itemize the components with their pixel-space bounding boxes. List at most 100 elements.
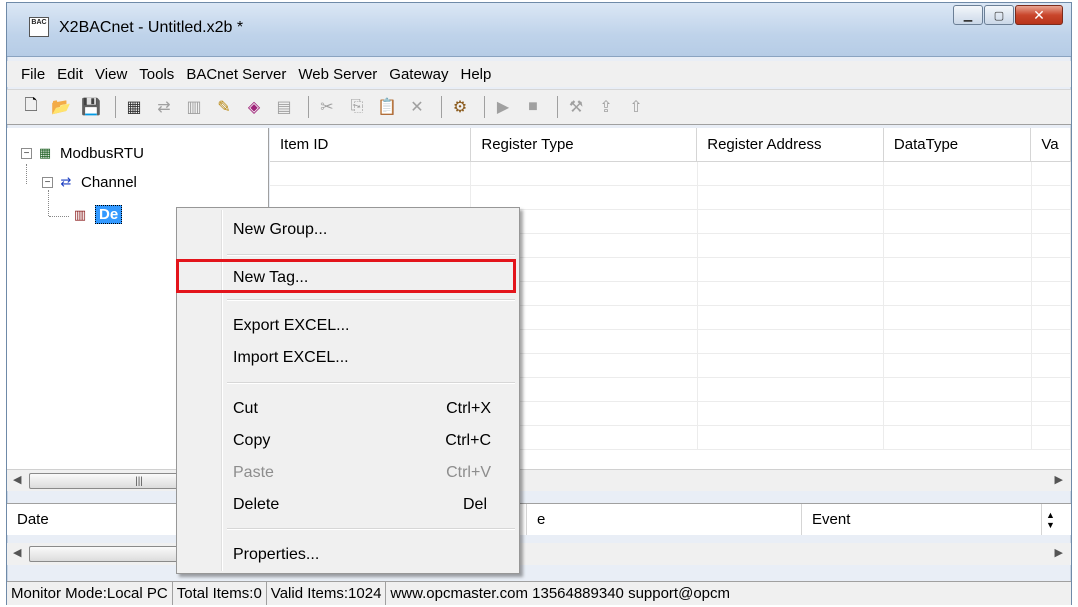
new-device-icon[interactable]: ▦: [122, 95, 146, 119]
tools-icon[interactable]: ⚒: [564, 95, 588, 119]
table-cell: [884, 258, 1032, 281]
column-header-value[interactable]: Va: [1031, 128, 1071, 161]
scroll-left-icon[interactable]: ◀: [13, 473, 21, 486]
log-column-source[interactable]: e: [527, 504, 802, 535]
table-cell: [471, 162, 698, 185]
collapse-icon[interactable]: −: [21, 147, 32, 159]
menu-item-shortcut: Ctrl+X: [446, 400, 491, 417]
start-icon[interactable]: ▶: [491, 95, 515, 119]
scroll-right-icon[interactable]: ▶: [1055, 546, 1063, 559]
menu-item-properties[interactable]: Properties...: [179, 540, 517, 570]
table-cell: [698, 186, 885, 209]
title-bar: BAC X2BACnet - Untitled.x2b * ▁ ▢ ✕: [7, 3, 1071, 57]
table-cell: [1032, 354, 1071, 377]
table-cell: [270, 186, 472, 209]
table-cell: [698, 330, 885, 353]
log-scroll-arrows-icon[interactable]: ▲ ▼: [1042, 510, 1055, 530]
load-icon[interactable]: ⇪: [594, 95, 618, 119]
properties-icon[interactable]: ▤: [272, 95, 296, 119]
menu-bacnet-server[interactable]: BACnet Server: [180, 66, 292, 83]
cut-icon[interactable]: ✂: [315, 95, 339, 119]
menu-item-label: Properties...: [233, 546, 320, 563]
menu-item-label: Import EXCEL...: [233, 349, 349, 366]
table-cell: [1032, 186, 1071, 209]
table-cell: [698, 402, 885, 425]
table-cell: [1032, 258, 1071, 281]
table-cell: [698, 306, 885, 329]
toolbar-separator: [115, 96, 116, 118]
table-cell: [1032, 162, 1071, 185]
menu-bar: File Edit View Tools BACnet Server Web S…: [7, 61, 1071, 87]
copy-icon[interactable]: ⎘: [345, 95, 369, 119]
table-row: [270, 162, 1071, 186]
menu-item-import-excel[interactable]: Import EXCEL...: [179, 343, 517, 373]
table-cell: [884, 426, 1032, 449]
column-header-register-type[interactable]: Register Type: [471, 128, 698, 161]
menu-item-paste[interactable]: Paste Ctrl+V: [179, 458, 517, 488]
table-cell: [698, 162, 885, 185]
table-cell: [698, 258, 885, 281]
menu-item-delete[interactable]: Delete Del: [179, 490, 517, 520]
menu-separator: [227, 254, 515, 256]
close-button[interactable]: ✕: [1015, 5, 1063, 25]
tree-node-modbusrtu[interactable]: − ▦ ModbusRTU: [21, 144, 144, 162]
toolbar: 🗋 📂 💾 ▦ ⇄ ▥ ✎ ◈ ▤ ✂ ⎘ 📋 ✕ ⚙ ▶ ■ ⚒ ⇪ ⇧: [7, 89, 1071, 125]
menu-item-label: Paste: [233, 464, 274, 481]
menu-item-export-excel[interactable]: Export EXCEL...: [179, 311, 517, 341]
paste-icon[interactable]: 📋: [375, 95, 399, 119]
log-horizontal-scrollbar[interactable]: ◀ ▶: [7, 543, 1071, 565]
table-cell: [884, 306, 1032, 329]
column-header-item-id[interactable]: Item ID: [270, 128, 472, 161]
table-cell: [1032, 282, 1071, 305]
scroll-left-icon[interactable]: ◀: [13, 546, 21, 559]
table-cell: [1032, 378, 1071, 401]
menu-gateway[interactable]: Gateway: [383, 66, 454, 83]
menu-separator: [227, 382, 515, 384]
new-file-icon[interactable]: 🗋: [19, 95, 43, 119]
table-cell: [1032, 306, 1071, 329]
scroll-right-icon[interactable]: ▶: [1055, 473, 1063, 486]
collapse-icon[interactable]: −: [42, 176, 53, 188]
tree-node-channel[interactable]: − ⇄ Channel: [42, 173, 137, 191]
table-cell: [884, 162, 1032, 185]
menu-web-server[interactable]: Web Server: [292, 66, 383, 83]
delete-icon[interactable]: ✕: [405, 95, 429, 119]
menu-item-copy[interactable]: Copy Ctrl+C: [179, 426, 517, 456]
column-header-register-address[interactable]: Register Address: [697, 128, 884, 161]
menu-item-label: New Group...: [233, 221, 328, 238]
log-column-event[interactable]: Event: [802, 504, 1042, 535]
menu-file[interactable]: File: [15, 66, 51, 83]
grid-horizontal-scrollbar[interactable]: ◀ ||| ▶: [7, 469, 1071, 491]
new-group-icon[interactable]: ✎: [212, 95, 236, 119]
app-icon: BAC: [29, 17, 49, 37]
table-cell: [471, 186, 698, 209]
status-total-items: Total Items:0: [173, 582, 267, 605]
table-cell: [270, 162, 472, 185]
menu-item-shortcut: Del: [462, 496, 487, 513]
open-folder-icon[interactable]: 📂: [49, 95, 73, 119]
new-tag-icon[interactable]: ◈: [242, 95, 266, 119]
tree-node-device[interactable]: ▥ De: [71, 205, 123, 224]
menu-help[interactable]: Help: [454, 66, 497, 83]
menu-edit[interactable]: Edit: [51, 66, 89, 83]
tree-node-label: ModbusRTU: [60, 144, 144, 162]
status-monitor-mode: Monitor Mode:Local PC: [7, 582, 173, 605]
menu-item-shortcut: Ctrl+V: [446, 464, 491, 481]
settings-icon[interactable]: ⚙: [448, 95, 472, 119]
device-icon[interactable]: ▥: [182, 95, 206, 119]
stop-icon[interactable]: ■: [521, 95, 545, 119]
minimize-button[interactable]: ▁: [953, 5, 983, 25]
menu-item-label: Delete: [233, 496, 280, 513]
menu-item-label: Cut: [233, 400, 258, 417]
menu-item-cut[interactable]: Cut Ctrl+X: [179, 394, 517, 424]
column-header-datatype[interactable]: DataType: [883, 128, 1032, 161]
menu-view[interactable]: View: [89, 66, 133, 83]
new-channel-icon[interactable]: ⇄: [152, 95, 176, 119]
maximize-button[interactable]: ▢: [984, 5, 1014, 25]
save-icon[interactable]: 💾: [79, 95, 103, 119]
menu-item-new-group[interactable]: New Group...: [179, 215, 517, 245]
table-cell: [698, 234, 885, 257]
upload-icon[interactable]: ⇧: [624, 95, 648, 119]
menu-tools[interactable]: Tools: [133, 66, 180, 83]
table-cell: [884, 282, 1032, 305]
